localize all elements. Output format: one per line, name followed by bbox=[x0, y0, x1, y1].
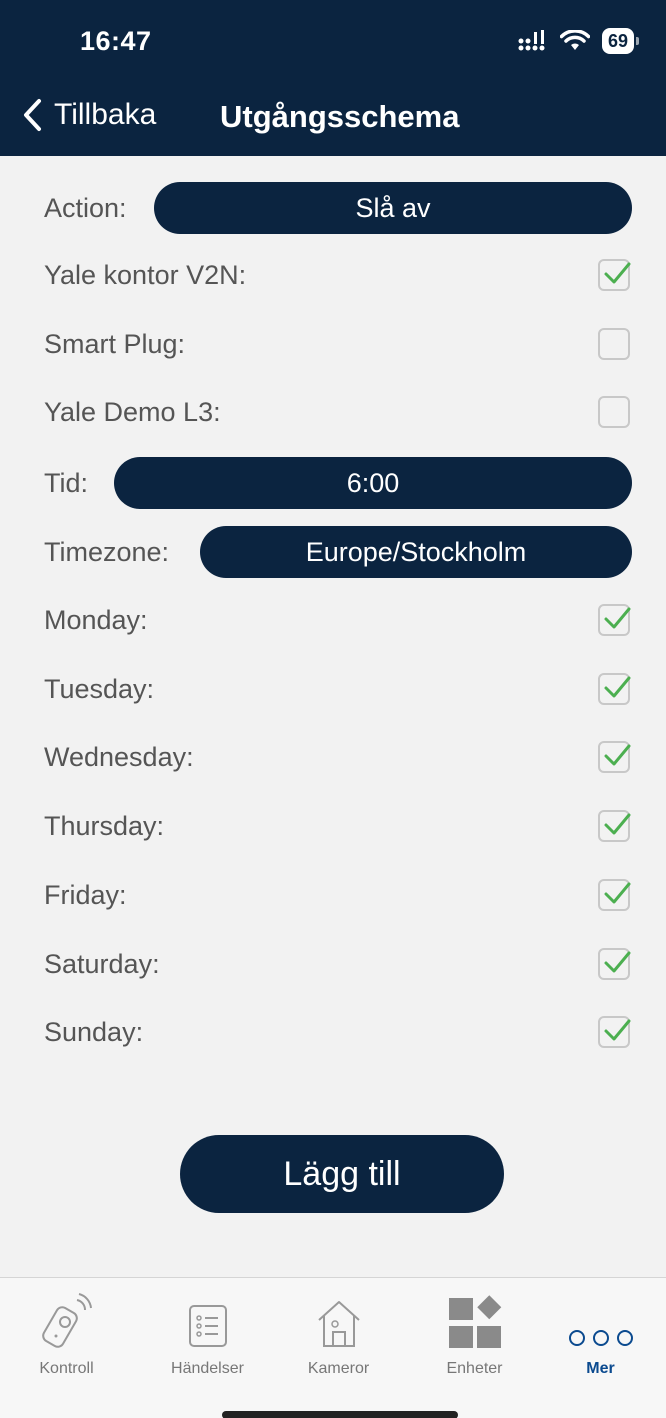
day-checkbox-saturday[interactable] bbox=[598, 948, 631, 980]
time-label: Tid: bbox=[44, 467, 89, 498]
checkmark-icon bbox=[604, 882, 631, 904]
header-bar: 16:47 69 Tillbaka Utgångsschema bbox=[0, 0, 666, 156]
tab-label: Kontroll bbox=[39, 1360, 94, 1377]
device-label: Smart Plug: bbox=[44, 328, 186, 359]
action-row: Action: Slå av bbox=[44, 181, 632, 235]
checkmark-icon bbox=[604, 744, 631, 766]
device-label: Yale kontor V2N: bbox=[44, 259, 247, 290]
tab-kameror[interactable]: Kameror bbox=[272, 1278, 405, 1378]
back-label: Tillbaka bbox=[54, 98, 157, 131]
tab-kontroll[interactable]: Kontroll bbox=[0, 1278, 133, 1378]
home-indicator bbox=[222, 1411, 458, 1418]
device-row-yale-demo: Yale Demo L3: bbox=[44, 385, 632, 439]
day-checkbox-thursday[interactable] bbox=[598, 810, 631, 842]
tab-handelser[interactable]: Händelser bbox=[141, 1278, 274, 1378]
day-label: Thursday: bbox=[44, 810, 165, 841]
wifi-icon bbox=[559, 30, 590, 50]
day-checkbox-friday[interactable] bbox=[598, 879, 631, 911]
device-row-yale-kontor: Yale kontor V2N: bbox=[44, 248, 632, 302]
action-label: Action: bbox=[44, 192, 127, 223]
more-dots-icon bbox=[568, 1330, 633, 1346]
day-label: Friday: bbox=[44, 879, 127, 910]
tab-enheter[interactable]: Enheter bbox=[408, 1278, 541, 1378]
timezone-row: Timezone: Europe/Stockholm bbox=[44, 525, 632, 579]
day-row-tuesday: Tuesday: bbox=[44, 662, 632, 716]
device-checkbox-yale-demo[interactable] bbox=[598, 396, 630, 428]
action-select[interactable]: Slå av bbox=[154, 182, 632, 234]
checkmark-icon bbox=[604, 813, 631, 835]
cellular-signal-icon bbox=[518, 30, 545, 51]
device-checkbox-yale-kontor[interactable] bbox=[598, 259, 631, 291]
remote-control-icon bbox=[41, 1293, 92, 1348]
timezone-label: Timezone: bbox=[44, 536, 170, 567]
time-picker[interactable]: 6:00 bbox=[114, 457, 632, 509]
device-label: Yale Demo L3: bbox=[44, 396, 221, 427]
checkmark-icon bbox=[604, 951, 631, 973]
tab-label: Kameror bbox=[307, 1360, 370, 1377]
day-checkbox-wednesday[interactable] bbox=[598, 741, 631, 773]
page-title: Utgångsschema bbox=[220, 99, 460, 134]
day-label: Wednesday: bbox=[44, 741, 194, 772]
timezone-select[interactable]: Europe/Stockholm bbox=[200, 526, 632, 578]
day-row-sunday: Sunday: bbox=[44, 1005, 632, 1059]
devices-grid-icon bbox=[448, 1295, 501, 1348]
day-checkbox-tuesday[interactable] bbox=[598, 673, 631, 705]
chevron-left-icon bbox=[24, 99, 41, 131]
day-label: Sunday: bbox=[44, 1016, 144, 1047]
battery-indicator: 69 bbox=[601, 28, 640, 54]
house-camera-icon bbox=[317, 1301, 360, 1347]
day-label: Monday: bbox=[44, 604, 148, 635]
day-label: Saturday: bbox=[44, 948, 160, 979]
event-list-icon bbox=[188, 1305, 227, 1347]
checkmark-icon bbox=[604, 1019, 631, 1041]
tab-label: Mer bbox=[586, 1360, 615, 1377]
day-row-thursday: Thursday: bbox=[44, 799, 632, 853]
day-checkbox-monday[interactable] bbox=[598, 604, 631, 636]
device-row-smart-plug: Smart Plug: bbox=[44, 317, 632, 371]
device-checkbox-smart-plug[interactable] bbox=[598, 328, 630, 360]
tab-label: Enheter bbox=[446, 1360, 503, 1377]
tab-bar: Kontroll Händelser Kameror Enheter Mer bbox=[0, 1277, 666, 1418]
back-button[interactable]: Tillbaka bbox=[22, 98, 156, 132]
checkmark-icon bbox=[604, 607, 631, 629]
checkmark-icon bbox=[604, 676, 631, 698]
time-row: Tid: 6:00 bbox=[44, 456, 632, 510]
checkmark-icon bbox=[604, 262, 631, 284]
status-time: 16:47 bbox=[80, 26, 152, 56]
day-row-monday: Monday: bbox=[44, 593, 632, 647]
day-row-wednesday: Wednesday: bbox=[44, 730, 632, 784]
tab-mer[interactable]: Mer bbox=[534, 1278, 666, 1378]
status-icons: 69 bbox=[518, 28, 640, 54]
add-button[interactable]: Lägg till bbox=[180, 1135, 504, 1213]
day-row-saturday: Saturday: bbox=[44, 937, 632, 991]
day-checkbox-sunday[interactable] bbox=[598, 1016, 631, 1048]
day-row-friday: Friday: bbox=[44, 868, 632, 922]
tab-label: Händelser bbox=[171, 1360, 244, 1377]
day-label: Tuesday: bbox=[44, 673, 155, 704]
